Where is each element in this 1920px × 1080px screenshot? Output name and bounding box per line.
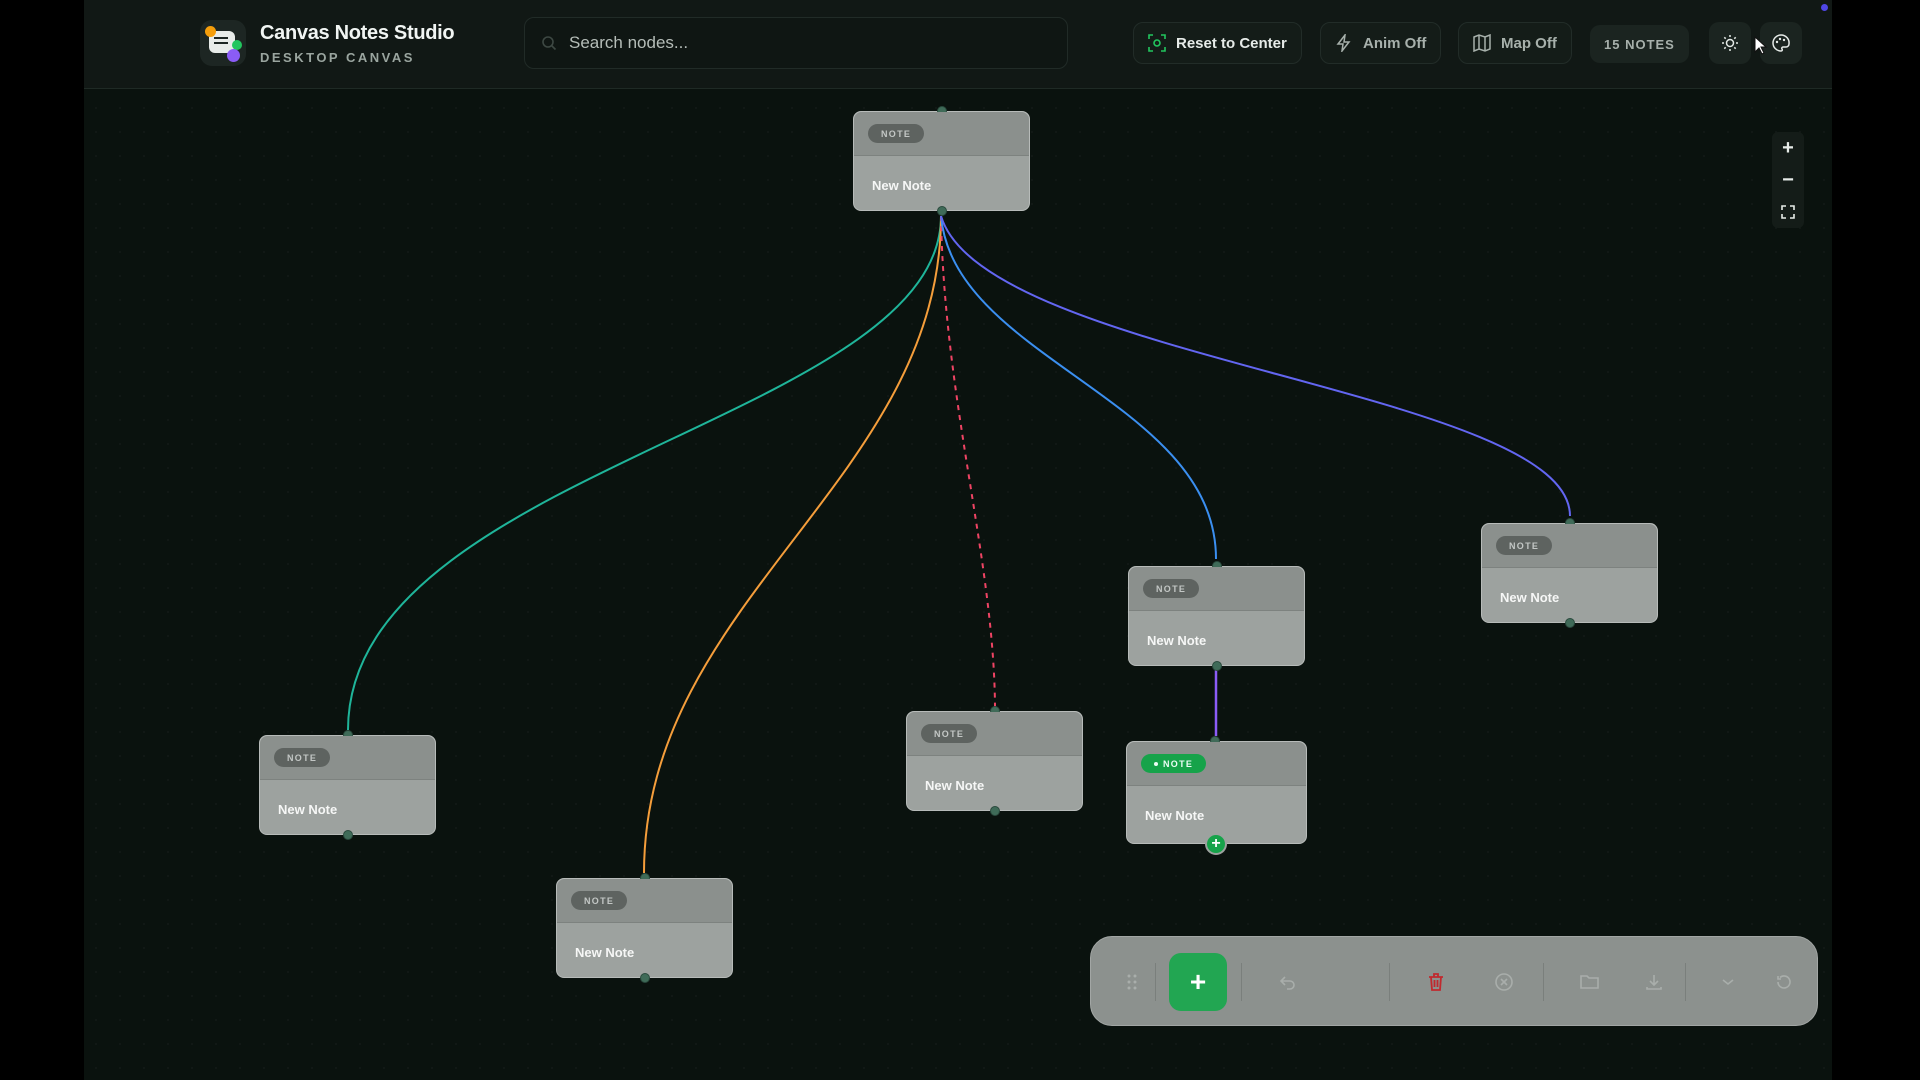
edge-root-to-bottom-left[interactable] bbox=[643, 215, 942, 874]
map-toggle-button[interactable]: Map Off bbox=[1458, 22, 1572, 64]
edge-root-to-far-right[interactable] bbox=[940, 215, 1571, 517]
reset-to-center-button[interactable]: Reset to Center bbox=[1133, 22, 1302, 64]
edge-root-to-right-middle[interactable] bbox=[940, 215, 1217, 560]
lightning-icon bbox=[1336, 34, 1351, 52]
reset-button[interactable] bbox=[1761, 959, 1807, 1005]
focus-center-icon bbox=[1148, 34, 1166, 52]
fit-view-button[interactable] bbox=[1772, 196, 1804, 228]
search-input[interactable] bbox=[569, 33, 1049, 53]
toolbar-divider bbox=[1155, 963, 1156, 1001]
open-button[interactable] bbox=[1567, 959, 1613, 1005]
note-node-right-middle[interactable]: NOTE New Note bbox=[1128, 561, 1305, 671]
chevron-down-icon bbox=[1722, 979, 1734, 986]
anim-toggle-label: Anim Off bbox=[1363, 34, 1427, 52]
app-logo-icon bbox=[200, 20, 246, 66]
brand: Canvas Notes Studio DESKTOP CANVAS bbox=[200, 20, 455, 66]
map-toggle-label: Map Off bbox=[1501, 34, 1557, 52]
edge-root-to-middle[interactable] bbox=[940, 215, 996, 708]
node-handle-bottom[interactable] bbox=[1565, 618, 1575, 628]
app-subtitle: DESKTOP CANVAS bbox=[260, 49, 415, 65]
node-handle-bottom[interactable] bbox=[1212, 661, 1222, 671]
zoom-controls: + − bbox=[1772, 132, 1804, 228]
search-icon bbox=[542, 36, 557, 51]
node-header[interactable]: NOTE bbox=[260, 736, 435, 780]
node-handle-bottom[interactable] bbox=[640, 973, 650, 983]
clear-icon bbox=[1495, 973, 1513, 991]
note-tag: NOTE bbox=[274, 748, 331, 767]
node-handle-bottom[interactable] bbox=[343, 830, 353, 840]
undo-button[interactable] bbox=[1265, 959, 1311, 1005]
note-tag-active: NOTE bbox=[1141, 754, 1207, 773]
note-node-root[interactable]: NOTE New Note bbox=[853, 106, 1030, 216]
search-box[interactable] bbox=[524, 17, 1068, 69]
node-header[interactable]: NOTE bbox=[854, 112, 1029, 156]
note-tag: NOTE bbox=[1143, 579, 1200, 598]
anim-toggle-button[interactable]: Anim Off bbox=[1320, 22, 1442, 64]
note-node-far-right[interactable]: NOTE New Note bbox=[1481, 518, 1658, 628]
node-header[interactable]: NOTE bbox=[1482, 524, 1657, 568]
clear-button[interactable] bbox=[1481, 959, 1527, 1005]
note-title: New Note bbox=[1147, 633, 1207, 648]
note-title: New Note bbox=[1145, 808, 1205, 823]
note-title: New Note bbox=[575, 945, 635, 960]
note-node-bottom-left[interactable]: NOTE New Note bbox=[556, 873, 733, 983]
reset-icon bbox=[1777, 975, 1791, 989]
drag-handle-icon bbox=[1127, 974, 1137, 990]
note-node-middle[interactable]: NOTE New Note bbox=[906, 706, 1083, 816]
note-node-left[interactable]: NOTE New Note bbox=[259, 730, 436, 840]
undo-icon bbox=[1279, 976, 1295, 990]
toolbar-divider bbox=[1389, 963, 1390, 1001]
add-child-button[interactable]: + bbox=[1205, 833, 1227, 855]
edge-root-to-left[interactable] bbox=[347, 215, 942, 731]
toolbar-divider bbox=[1543, 963, 1544, 1001]
note-title: New Note bbox=[925, 778, 985, 793]
toolbar-divider bbox=[1241, 963, 1242, 1001]
note-title: New Note bbox=[278, 802, 338, 817]
note-title: New Note bbox=[1500, 590, 1560, 605]
canvas-app: NOTE New Note NOTE New Note NOTE New Not… bbox=[84, 0, 1832, 1080]
node-handle-bottom[interactable] bbox=[937, 206, 947, 216]
more-button[interactable] bbox=[1705, 959, 1751, 1005]
bottom-toolbar: + bbox=[1090, 936, 1818, 1026]
app-header: Canvas Notes Studio DESKTOP CANVAS Reset… bbox=[84, 0, 1832, 89]
fit-view-icon bbox=[1781, 205, 1795, 219]
zoom-out-button[interactable]: − bbox=[1772, 164, 1804, 196]
app-title: Canvas Notes Studio bbox=[260, 21, 455, 44]
reset-to-center-label: Reset to Center bbox=[1176, 34, 1287, 52]
map-icon bbox=[1473, 34, 1491, 52]
node-header[interactable]: NOTE bbox=[907, 712, 1082, 756]
node-header[interactable]: NOTE bbox=[1127, 742, 1306, 786]
note-node-selected[interactable]: NOTE New Note + bbox=[1126, 736, 1307, 855]
folder-open-icon bbox=[1580, 975, 1599, 989]
note-tag: NOTE bbox=[571, 891, 628, 910]
mouse-cursor-icon bbox=[1754, 36, 1768, 55]
node-handle-bottom[interactable] bbox=[990, 806, 1000, 816]
node-header[interactable]: NOTE bbox=[557, 879, 732, 923]
download-icon bbox=[1646, 975, 1662, 990]
download-button[interactable] bbox=[1631, 959, 1677, 1005]
add-note-button[interactable]: + bbox=[1169, 953, 1227, 1011]
notes-count-badge: 15 NOTES bbox=[1590, 25, 1689, 63]
theme-toggle-button[interactable] bbox=[1709, 22, 1751, 64]
sun-icon bbox=[1722, 35, 1738, 51]
delete-button[interactable] bbox=[1413, 959, 1459, 1005]
note-tag: NOTE bbox=[1496, 536, 1553, 555]
node-header[interactable]: NOTE bbox=[1129, 567, 1304, 611]
trash-icon bbox=[1429, 973, 1443, 991]
toolbar-divider bbox=[1685, 963, 1686, 1001]
zoom-in-button[interactable]: + bbox=[1772, 132, 1804, 164]
note-tag: NOTE bbox=[868, 124, 925, 143]
palette-icon bbox=[1772, 34, 1790, 52]
drag-handle[interactable] bbox=[1109, 959, 1155, 1005]
status-dot bbox=[1821, 4, 1828, 11]
note-tag: NOTE bbox=[921, 724, 978, 743]
note-title: New Note bbox=[872, 178, 932, 193]
